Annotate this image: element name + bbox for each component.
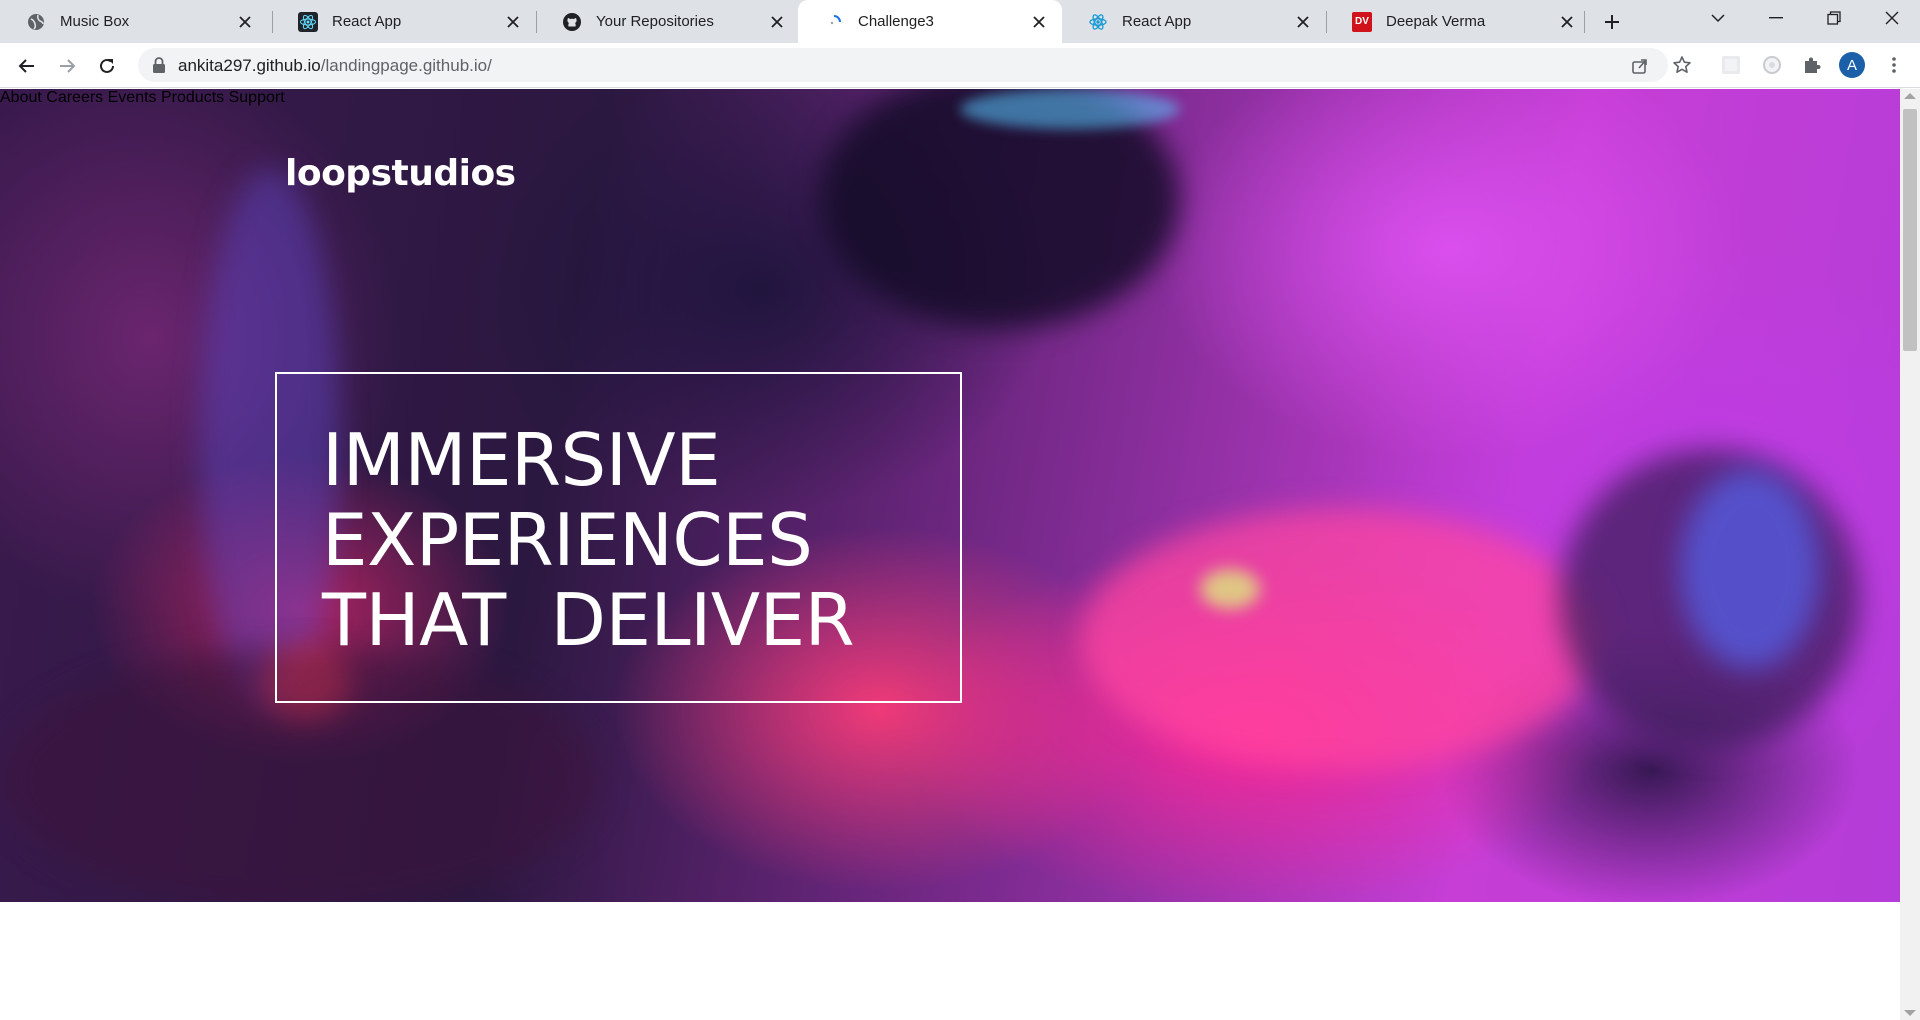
close-tab-icon[interactable] xyxy=(768,13,786,31)
tab-your-repositories[interactable]: Your Repositories xyxy=(536,0,800,43)
headline-line: THAT DELIVER xyxy=(322,578,855,662)
tab-music-box[interactable]: Music Box xyxy=(0,0,268,43)
extensions-puzzle-icon[interactable] xyxy=(1802,55,1822,75)
hero-section: loopstudios About Careers Events Product… xyxy=(0,89,1900,902)
tab-separator xyxy=(1584,11,1585,33)
nav-link-careers[interactable]: Careers xyxy=(46,89,103,106)
page-scrollbar[interactable] xyxy=(1900,89,1920,1020)
extension-icon[interactable] xyxy=(1721,55,1741,75)
hero-photo-highlight xyxy=(1080,509,1600,769)
nav-link-about[interactable]: About xyxy=(0,89,42,106)
lock-icon[interactable] xyxy=(152,57,168,73)
hero-headline: IMMERSIVE EXPERIENCES THAT DELIVER xyxy=(322,418,855,662)
profile-avatar[interactable]: A xyxy=(1839,52,1865,78)
reload-button[interactable] xyxy=(92,51,122,81)
nav-link-products[interactable]: Products xyxy=(161,89,224,106)
dv-icon: DV xyxy=(1352,11,1372,32)
kebab-menu-icon[interactable] xyxy=(1884,55,1904,75)
tab-deepak-verma[interactable]: DV Deepak Verma xyxy=(1326,0,1590,43)
react-icon xyxy=(1088,12,1108,32)
hero-photo-highlight xyxy=(1680,469,1820,669)
url-domain: ankita297.github.io xyxy=(178,56,321,75)
close-tab-icon[interactable] xyxy=(1030,13,1048,31)
bookmark-star-icon[interactable] xyxy=(1672,55,1692,75)
hero-photo-highlight xyxy=(1200,569,1260,609)
extension-icon[interactable] xyxy=(1762,55,1782,75)
back-button[interactable] xyxy=(12,51,42,81)
forward-button[interactable] xyxy=(52,51,82,81)
close-tab-icon[interactable] xyxy=(1558,13,1576,31)
tab-strip: Music Box React App Your Repositories Ch… xyxy=(0,0,1920,43)
brand-logo[interactable]: loopstudios xyxy=(285,153,516,194)
close-tab-icon[interactable] xyxy=(504,13,522,31)
address-bar[interactable]: ankita297.github.io/landingpage.github.i… xyxy=(138,48,1668,82)
github-icon xyxy=(562,12,582,32)
react-icon xyxy=(298,11,318,32)
close-window-button[interactable] xyxy=(1864,0,1920,36)
new-tab-button[interactable] xyxy=(1598,8,1626,36)
loading-icon xyxy=(824,12,844,32)
close-tab-icon[interactable] xyxy=(236,13,254,31)
scroll-thumb[interactable] xyxy=(1903,109,1917,351)
browser-toolbar: ankita297.github.io/landingpage.github.i… xyxy=(0,43,1920,88)
minimize-button[interactable] xyxy=(1748,0,1804,36)
hero-headline-box: IMMERSIVE EXPERIENCES THAT DELIVER xyxy=(275,372,962,703)
scroll-up-arrow-icon[interactable] xyxy=(1904,93,1916,99)
url-path: /landingpage.github.io/ xyxy=(320,56,492,75)
url-text[interactable]: ankita297.github.io/landingpage.github.i… xyxy=(178,56,492,76)
headline-line: EXPERIENCES xyxy=(322,498,813,582)
close-tab-icon[interactable] xyxy=(1294,13,1312,31)
share-icon[interactable] xyxy=(1630,56,1650,76)
dv-favicon-text: DV xyxy=(1352,11,1372,32)
globe-icon xyxy=(26,12,46,32)
tab-challenge3[interactable]: Challenge3 xyxy=(798,0,1062,43)
tab-react-app-1[interactable]: React App xyxy=(272,0,536,43)
headline-line: IMMERSIVE xyxy=(322,418,721,502)
page-viewport: loopstudios About Careers Events Product… xyxy=(0,89,1900,1020)
nav-link-events[interactable]: Events xyxy=(108,89,157,106)
scroll-down-arrow-icon[interactable] xyxy=(1904,1010,1916,1016)
nav-link-support[interactable]: Support xyxy=(229,89,285,106)
tab-search-button[interactable] xyxy=(1690,0,1746,36)
hero-photo-highlight xyxy=(960,89,1180,129)
restore-button[interactable] xyxy=(1806,0,1862,36)
tab-react-app-2[interactable]: React App xyxy=(1062,0,1326,43)
